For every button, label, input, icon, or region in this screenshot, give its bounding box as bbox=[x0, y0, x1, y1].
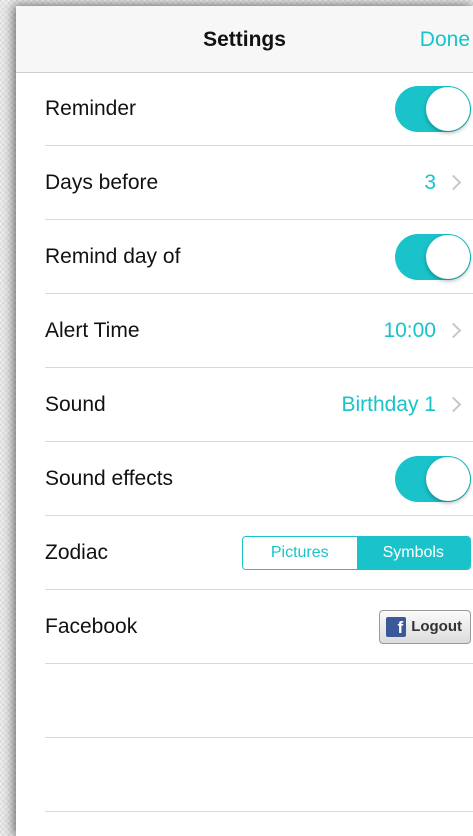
sound-label: Sound bbox=[45, 392, 106, 416]
facebook-icon: f bbox=[386, 616, 407, 637]
page-title: Settings bbox=[203, 28, 286, 51]
done-button[interactable]: Done bbox=[420, 28, 470, 52]
facebook-logout-button[interactable]: f Logout bbox=[379, 609, 471, 644]
empty-row bbox=[45, 738, 473, 812]
sound-value-group: Birthday 1 bbox=[341, 393, 463, 417]
settings-row-sound[interactable]: Sound Birthday 1 bbox=[45, 368, 473, 442]
empty-row bbox=[45, 664, 473, 738]
zodiac-label: Zodiac bbox=[45, 540, 109, 564]
settings-panel: Settings Done Reminder Days before 3 Rem… bbox=[16, 6, 473, 836]
sound-effects-label: Sound effects bbox=[45, 466, 174, 490]
sound-effects-toggle[interactable] bbox=[395, 455, 471, 502]
days-before-value-group: 3 bbox=[424, 171, 463, 195]
chevron-right-icon bbox=[445, 174, 462, 191]
settings-row-remind-day-of: Remind day of bbox=[45, 220, 473, 294]
reminder-toggle[interactable] bbox=[395, 85, 471, 132]
logout-label: Logout bbox=[411, 618, 462, 635]
toggle-knob bbox=[426, 456, 470, 501]
alert-time-value-group: 10:00 bbox=[383, 319, 463, 343]
toggle-knob bbox=[426, 234, 470, 279]
settings-row-sound-effects: Sound effects bbox=[45, 442, 473, 516]
settings-row-days-before[interactable]: Days before 3 bbox=[45, 146, 473, 220]
chevron-right-icon bbox=[445, 396, 462, 413]
days-before-label: Days before bbox=[45, 170, 159, 194]
zodiac-option-pictures[interactable]: Pictures bbox=[243, 536, 357, 569]
navigation-bar: Settings Done bbox=[16, 6, 473, 73]
settings-row-facebook: Facebook f Logout bbox=[45, 590, 473, 664]
zodiac-segmented-control: Pictures Symbols bbox=[242, 535, 471, 570]
settings-row-alert-time[interactable]: Alert Time 10:00 bbox=[45, 294, 473, 368]
reminder-label: Reminder bbox=[45, 96, 137, 120]
zodiac-option-symbols[interactable]: Symbols bbox=[356, 536, 470, 569]
alert-time-value: 10:00 bbox=[383, 318, 436, 342]
settings-row-zodiac: Zodiac Pictures Symbols bbox=[45, 516, 473, 590]
days-before-value: 3 bbox=[424, 170, 436, 194]
facebook-label: Facebook bbox=[45, 614, 138, 638]
toggle-knob bbox=[426, 86, 470, 131]
settings-row-reminder: Reminder bbox=[45, 72, 473, 146]
remind-day-of-toggle[interactable] bbox=[395, 233, 471, 280]
chevron-right-icon bbox=[445, 322, 462, 339]
sound-value: Birthday 1 bbox=[341, 392, 436, 416]
remind-day-of-label: Remind day of bbox=[45, 244, 181, 268]
alert-time-label: Alert Time bbox=[45, 318, 140, 342]
